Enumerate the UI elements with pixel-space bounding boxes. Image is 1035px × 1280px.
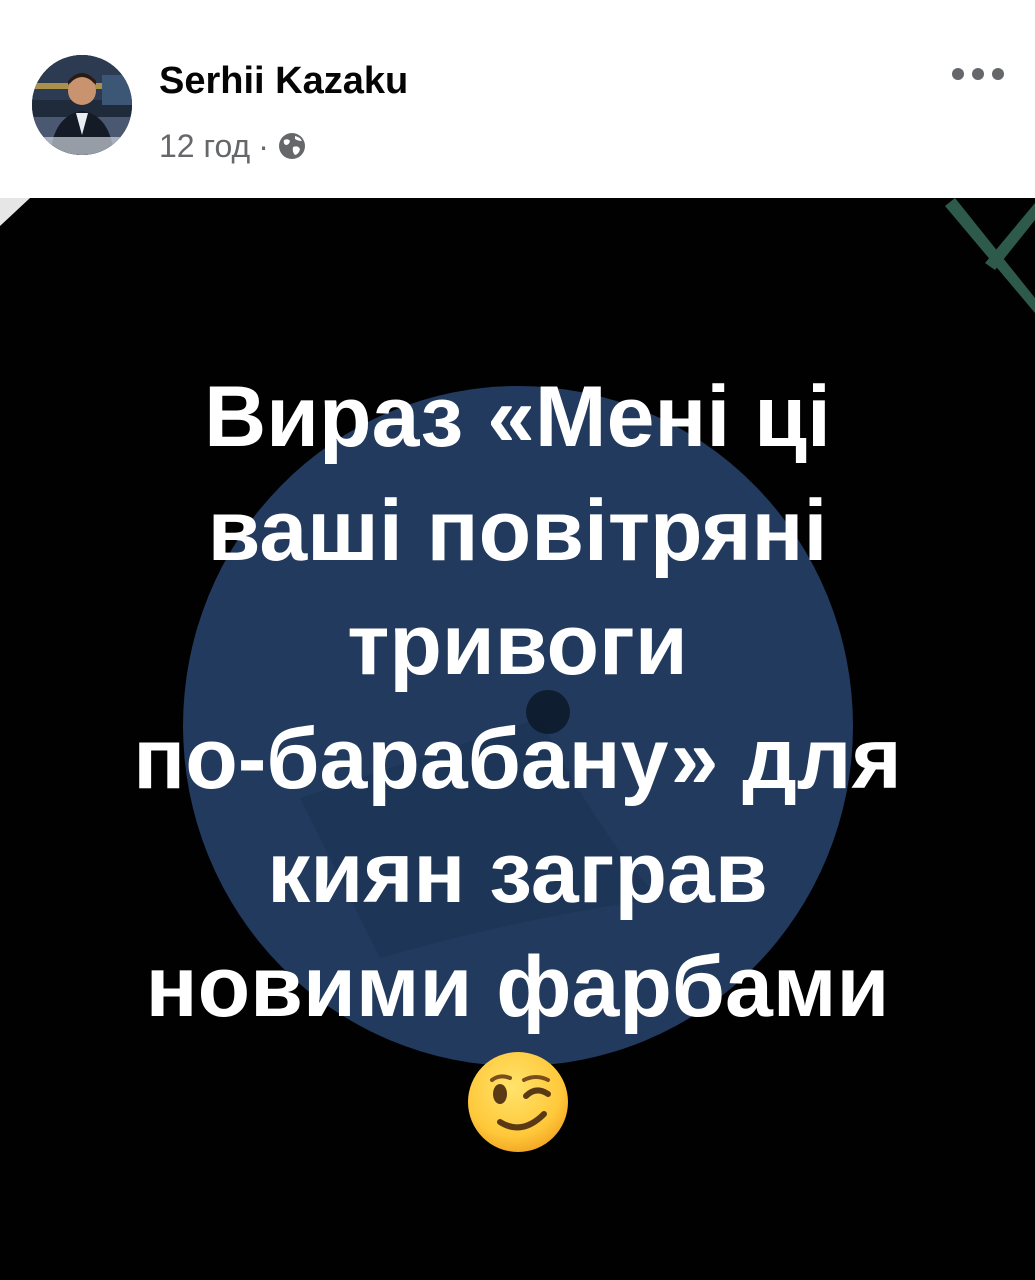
author-name[interactable]: Serhii Kazaku xyxy=(159,60,408,103)
winking-face-emoji xyxy=(468,1052,568,1152)
post-image[interactable]: Вираз «Мені ці ваші повітряні тривоги по… xyxy=(0,198,1035,1280)
author-avatar[interactable] xyxy=(32,55,132,155)
image-caption: Вираз «Мені ці ваші повітряні тривоги по… xyxy=(0,360,1035,1044)
caption-line: по-барабану» для xyxy=(133,711,902,807)
avatar-photo xyxy=(32,55,132,155)
post-meta: 12 год · xyxy=(159,124,307,168)
meta-separator: · xyxy=(258,127,269,164)
caption-line: ваші повітряні xyxy=(207,483,828,579)
caption-line: киян заграв xyxy=(267,825,768,921)
caption-line: Вираз «Мені ці xyxy=(204,369,831,465)
caption-line: тривоги xyxy=(347,597,688,693)
more-options-button[interactable] xyxy=(943,52,1013,96)
post-time[interactable]: 12 год xyxy=(159,128,250,165)
more-options-icon xyxy=(952,68,1004,80)
globe-icon xyxy=(278,133,305,159)
caption-line: новими фарбами xyxy=(145,939,890,1035)
post-header: Serhii Kazaku 12 год · xyxy=(0,0,1035,198)
